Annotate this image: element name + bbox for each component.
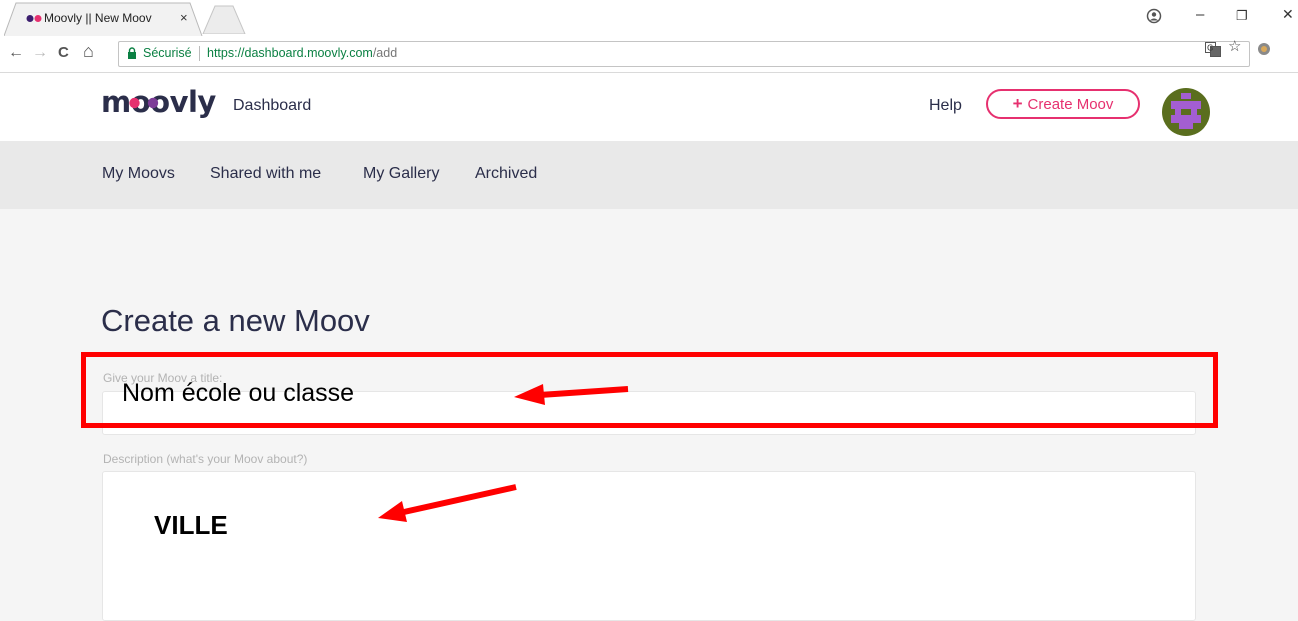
arrow-annotation-title — [514, 384, 629, 405]
annotation-layer — [378, 384, 629, 522]
arrow-annotation-description — [378, 484, 517, 522]
